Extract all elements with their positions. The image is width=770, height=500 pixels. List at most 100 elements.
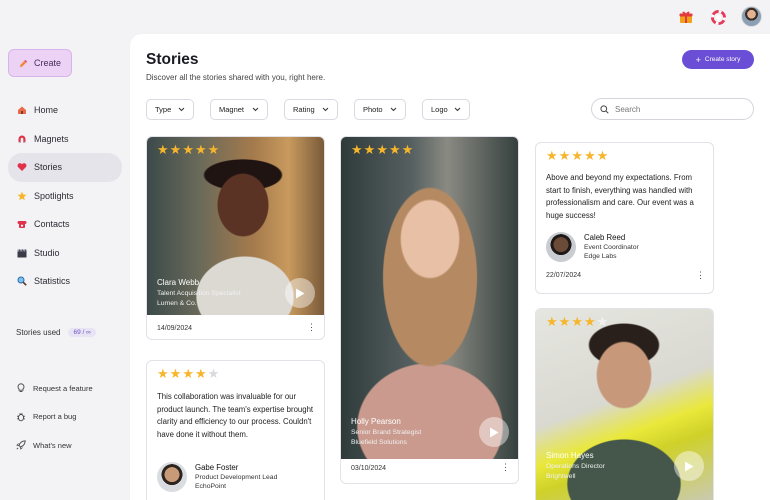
story-date: 03/10/2024 (351, 465, 387, 472)
bug-icon (16, 412, 26, 421)
more-options-icon[interactable]: ⋮ (696, 271, 705, 280)
video-thumbnail[interactable]: ★ ★ ★ ★ ★ Simon Hayes Operations Director Br… (536, 309, 713, 500)
filter-label: Rating (293, 105, 315, 114)
rating-stars: ★ ★ ★ ★ ★ (546, 315, 608, 328)
chevron-down-icon (454, 107, 461, 112)
filter-logo[interactable]: Logo (422, 99, 470, 120)
story-date: 22/07/2024 (546, 272, 582, 279)
author-role: Product Development Lead (195, 474, 278, 481)
whats-new-link[interactable]: What's new (16, 431, 93, 460)
stories-used-label: Stories used (16, 328, 61, 337)
phone-icon (17, 219, 27, 229)
pencil-icon (19, 59, 28, 67)
author-avatar (546, 232, 576, 262)
star-icon (17, 191, 27, 201)
filter-type[interactable]: Type (146, 99, 194, 120)
create-label: Create (33, 58, 61, 68)
gift-icon[interactable] (676, 7, 696, 27)
rocket-icon (16, 440, 26, 451)
play-icon (490, 427, 499, 437)
author-name: Gabe Foster (195, 463, 239, 472)
star-icon: ★ (207, 366, 220, 381)
author-role: Event Coordinator (584, 244, 639, 251)
filter-magnet[interactable]: Magnet (210, 99, 268, 120)
heart-icon (17, 162, 27, 172)
foot-label: Report a bug (33, 412, 77, 422)
star-icon: ★ (401, 142, 414, 157)
sidebar-item-magnets[interactable]: Magnets (8, 125, 122, 154)
sidebar-item-spotlights[interactable]: Spotlights (8, 182, 122, 211)
main-panel: Stories Discover all the stories shared … (130, 34, 770, 500)
chevron-down-icon (252, 107, 259, 112)
filter-label: Type (155, 105, 172, 114)
help-ring-icon[interactable] (708, 7, 728, 27)
star-icon: ★ (571, 314, 583, 329)
more-options-icon[interactable]: ⋮ (501, 463, 510, 472)
play-button[interactable] (674, 451, 704, 481)
star-icon: ★ (571, 148, 583, 163)
sidebar-item-studio[interactable]: Studio (8, 239, 122, 268)
star-icon: ★ (376, 142, 388, 157)
magnet-icon (17, 134, 27, 144)
video-thumbnail[interactable]: ★ ★ ★ ★ ★ Clara Webb Talent Acquisition Spec… (147, 137, 324, 315)
foot-label: What's new (33, 440, 72, 450)
play-icon (685, 461, 694, 471)
sidebar-item-label: Statistics (34, 276, 71, 287)
sidebar-item-label: Spotlights (34, 190, 74, 201)
star-icon: ★ (169, 366, 182, 381)
request-feature-link[interactable]: Request a feature (16, 374, 93, 403)
home-icon (17, 105, 27, 115)
search-input[interactable] (615, 104, 745, 114)
report-bug-link[interactable]: Report a bug (16, 403, 93, 432)
sidebar-nav: Home Magnets Stories Spotlights Contacts… (8, 96, 122, 296)
story-card-clara[interactable]: ★ ★ ★ ★ ★ Clara Webb Talent Acquisition Spec… (146, 136, 325, 340)
filter-label: Logo (431, 105, 448, 114)
author-company: Brightwell (546, 473, 576, 480)
user-avatar[interactable] (741, 6, 762, 27)
star-icon: ★ (194, 366, 207, 381)
star-icon: ★ (546, 314, 558, 329)
star-icon: ★ (207, 142, 220, 157)
story-card-holly[interactable]: ★ ★ ★ ★ ★ Holly Pearson Senior Brand Strateg… (340, 136, 519, 484)
star-icon: ★ (596, 148, 609, 163)
create-button[interactable]: Create (8, 49, 72, 77)
star-icon: ★ (351, 142, 363, 157)
chevron-down-icon (390, 107, 397, 112)
author-role: Talent Acquisition Specialist (157, 290, 241, 297)
video-thumbnail[interactable]: ★ ★ ★ ★ ★ Holly Pearson Senior Brand Strateg… (341, 137, 518, 459)
author-name: Clara Webb (157, 278, 200, 287)
star-icon: ★ (169, 142, 182, 157)
sidebar-item-home[interactable]: Home (8, 96, 122, 125)
rating-stars: ★ ★ ★ ★ ★ (157, 143, 219, 156)
sidebar-item-label: Contacts (34, 219, 70, 230)
chevron-down-icon (322, 107, 329, 112)
star-icon: ★ (194, 142, 207, 157)
search-box[interactable] (591, 98, 754, 120)
star-icon: ★ (546, 148, 558, 163)
sidebar-item-contacts[interactable]: Contacts (8, 210, 122, 239)
page-subtitle: Discover all the stories shared with you… (146, 73, 326, 82)
play-button[interactable] (479, 417, 509, 447)
story-card-simon[interactable]: ★ ★ ★ ★ ★ Simon Hayes Operations Director Br… (535, 308, 714, 500)
star-icon: ★ (182, 142, 194, 157)
play-icon (296, 288, 305, 298)
plus-icon: + (695, 54, 701, 65)
stories-used: Stories used 69 / ∞ (16, 328, 96, 337)
sidebar-item-stories[interactable]: Stories (8, 153, 122, 182)
sidebar-item-statistics[interactable]: Statistics (8, 267, 122, 296)
author-name: Caleb Reed (584, 233, 626, 242)
author-role: Operations Director (546, 463, 605, 470)
author-company: EchoPoint (195, 483, 226, 490)
play-button[interactable] (285, 278, 315, 308)
rating-stars: ★ ★ ★ ★ ★ (351, 143, 413, 156)
bulb-icon (17, 383, 25, 393)
filter-rating[interactable]: Rating (284, 99, 338, 120)
stories-used-badge: 69 / ∞ (68, 328, 96, 337)
story-card-caleb[interactable]: ★ ★ ★ ★ ★ Above and beyond my expectations. … (535, 142, 714, 294)
filter-photo[interactable]: Photo (354, 99, 406, 120)
star-icon: ★ (558, 314, 571, 329)
story-card-gabe[interactable]: ★ ★ ★ ★ ★ This collaboration was invaluable … (146, 360, 325, 500)
create-story-button[interactable]: + Create story (682, 50, 754, 69)
more-options-icon[interactable]: ⋮ (307, 323, 316, 332)
top-bar (0, 0, 770, 34)
